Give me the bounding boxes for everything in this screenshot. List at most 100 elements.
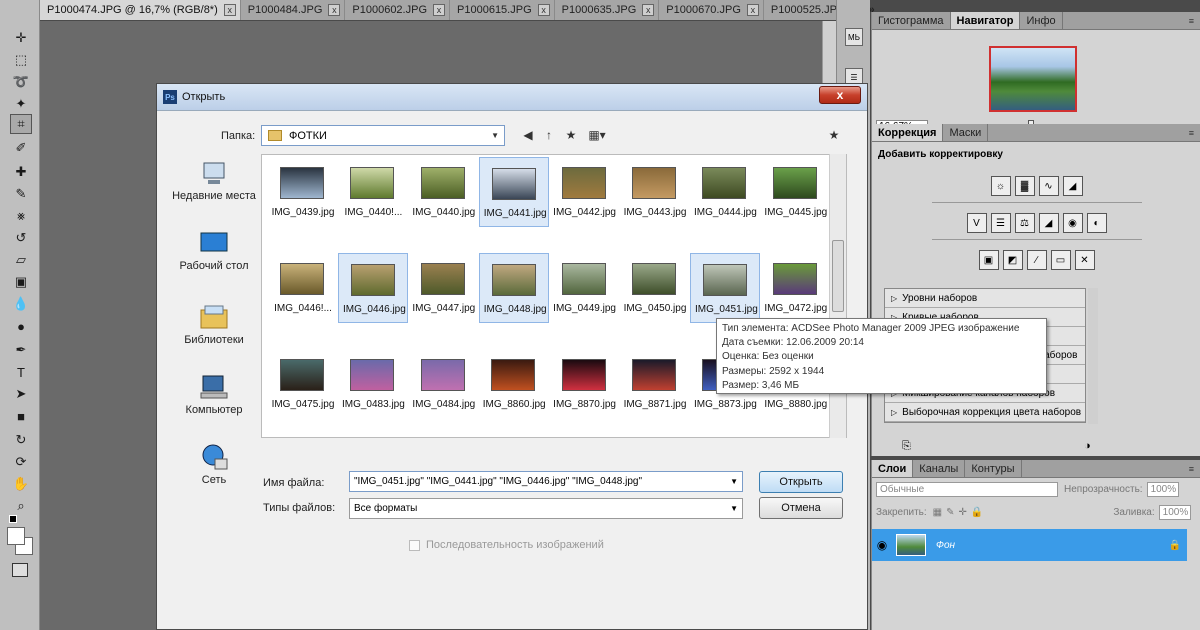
- doc-tab[interactable]: P1000670.JPG x: [659, 0, 764, 20]
- close-icon[interactable]: x: [746, 4, 759, 16]
- view-menu-icon[interactable]: ▦▾: [585, 126, 609, 144]
- file-item[interactable]: IMG_0475.jpg: [268, 349, 338, 419]
- clip-icon[interactable]: ◑: [1084, 440, 1091, 452]
- 3d-rotate-tool-icon[interactable]: ↻: [10, 430, 32, 450]
- selective-color-icon[interactable]: ✕: [1074, 250, 1095, 270]
- file-list[interactable]: IMG_0439.jpg IMG_0440!... IMG_0440.jpg IMG_…: [261, 154, 847, 438]
- file-item[interactable]: IMG_0443.jpg: [620, 157, 690, 227]
- doc-tab-active[interactable]: P1000474.JPG @ 16,7% (RGB/8*) x: [40, 0, 241, 20]
- brightness-contrast-icon[interactable]: ☼: [990, 176, 1011, 196]
- levels-icon[interactable]: ▓: [1014, 176, 1035, 196]
- back-icon[interactable]: ◀: [519, 126, 537, 144]
- cancel-button[interactable]: Отмена: [759, 497, 843, 519]
- fill-field[interactable]: 100%: [1158, 504, 1191, 520]
- place-recent[interactable]: Недавние места: [169, 160, 259, 202]
- tab-channels[interactable]: Каналы: [913, 460, 966, 477]
- file-item[interactable]: IMG_0445.jpg: [761, 157, 831, 227]
- blend-mode-select[interactable]: Обычные: [876, 481, 1058, 497]
- doc-tab[interactable]: P1000615.JPG x: [450, 0, 555, 20]
- posterize-icon[interactable]: ◩: [1002, 250, 1023, 270]
- chevron-down-icon[interactable]: ▼: [730, 472, 738, 491]
- dodge-tool-icon[interactable]: ●: [10, 316, 32, 336]
- file-item[interactable]: IMG_8871.jpg: [620, 349, 690, 419]
- black-white-icon[interactable]: ◢: [1038, 213, 1059, 233]
- hand-tool-icon[interactable]: ✋: [10, 474, 32, 494]
- star-icon[interactable]: ★: [825, 126, 843, 144]
- folder-select[interactable]: ФОТКИ ▼: [261, 125, 505, 146]
- photo-filter-icon[interactable]: ◉: [1062, 213, 1083, 233]
- place-desktop[interactable]: Рабочий стол: [169, 230, 259, 272]
- tab-masks[interactable]: Маски: [943, 124, 989, 141]
- dialog-titlebar[interactable]: Ps Открыть x: [157, 84, 867, 111]
- file-item[interactable]: IMG_0440!...: [338, 157, 408, 227]
- tab-paths[interactable]: Контуры: [965, 460, 1022, 477]
- panel-menu-icon[interactable]: ≡: [1183, 124, 1200, 141]
- file-item[interactable]: IMG_0444.jpg: [690, 157, 760, 227]
- tab-adjustments[interactable]: Коррекция: [872, 124, 944, 141]
- file-item[interactable]: IMG_0484.jpg: [409, 349, 479, 419]
- close-icon[interactable]: x: [642, 4, 655, 16]
- gradient-tool-icon[interactable]: ▣: [10, 272, 32, 292]
- file-item[interactable]: IMG_0446.jpg: [338, 253, 409, 323]
- up-folder-icon[interactable]: ↑: [540, 126, 558, 144]
- vibrance-icon[interactable]: V: [966, 213, 987, 233]
- quick-mask-icon[interactable]: [12, 563, 28, 577]
- file-item[interactable]: IMG_0439.jpg: [268, 157, 338, 227]
- close-icon[interactable]: x: [433, 4, 446, 16]
- brush-tool-icon[interactable]: ✎: [10, 184, 32, 204]
- doc-tab[interactable]: P1000602.JPG x: [345, 0, 451, 20]
- file-item[interactable]: IMG_0450.jpg: [620, 253, 690, 323]
- file-item[interactable]: IMG_0472.jpg: [761, 253, 831, 323]
- doc-tab[interactable]: P1000484.JPG x: [240, 0, 346, 20]
- type-tool-icon[interactable]: T: [10, 362, 32, 382]
- foreground-color-swatch[interactable]: [7, 527, 25, 545]
- file-item[interactable]: IMG_0441.jpg: [479, 157, 550, 227]
- quick-selection-tool-icon[interactable]: ✦: [10, 94, 32, 114]
- pen-tool-icon[interactable]: ✒: [10, 340, 32, 360]
- mini-bridge-button[interactable]: МЬ: [845, 28, 863, 46]
- tab-info[interactable]: Инфо: [1020, 12, 1063, 29]
- path-selection-tool-icon[interactable]: ➤: [10, 384, 32, 404]
- presets-scrollbar[interactable]: [1088, 288, 1098, 424]
- crop-tool-icon[interactable]: ⌗: [10, 114, 32, 134]
- new-folder-icon[interactable]: ★: [562, 126, 580, 144]
- scroll-thumb[interactable]: [832, 240, 844, 312]
- file-item[interactable]: IMG_0440.jpg: [409, 157, 479, 227]
- threshold-icon[interactable]: ∕: [1026, 250, 1047, 270]
- doc-tab[interactable]: P1000635.JPG x: [554, 0, 660, 20]
- close-icon[interactable]: x: [537, 4, 550, 16]
- zoom-tool-icon[interactable]: ⌕: [10, 496, 32, 516]
- file-item[interactable]: IMG_8870.jpg: [550, 349, 620, 419]
- channel-mixer-icon[interactable]: ◐: [1086, 213, 1107, 233]
- lock-transparent-icon[interactable]: ▦: [933, 507, 942, 518]
- layer-row-background[interactable]: ◉ Фон 🔒: [872, 529, 1187, 561]
- tab-layers[interactable]: Слои: [872, 460, 914, 477]
- return-icon[interactable]: ⎘: [902, 440, 911, 453]
- tab-histogram[interactable]: Гистограмма: [872, 12, 951, 29]
- color-balance-icon[interactable]: ⚖: [1014, 213, 1035, 233]
- hue-saturation-icon[interactable]: ☰: [990, 213, 1011, 233]
- preset-item[interactable]: Выборочная коррекция цвета наборов: [885, 403, 1085, 422]
- eraser-tool-icon[interactable]: ▱: [10, 250, 32, 270]
- close-icon[interactable]: x: [328, 4, 341, 16]
- file-item[interactable]: IMG_0447.jpg: [409, 253, 479, 323]
- place-network[interactable]: Сеть: [169, 444, 259, 486]
- tab-navigator[interactable]: Навигатор: [950, 12, 1021, 29]
- history-brush-tool-icon[interactable]: ↺: [10, 228, 32, 248]
- close-button[interactable]: x: [819, 86, 861, 104]
- lock-image-icon[interactable]: ✎: [946, 507, 954, 518]
- close-icon[interactable]: x: [223, 4, 236, 16]
- lock-all-icon[interactable]: 🔒: [971, 507, 983, 518]
- filetype-select[interactable]: Все форматы ▼: [349, 498, 743, 519]
- file-item[interactable]: IMG_0448.jpg: [479, 253, 550, 323]
- gradient-map-icon[interactable]: ▭: [1050, 250, 1071, 270]
- lasso-tool-icon[interactable]: ➰: [10, 72, 32, 92]
- filename-input[interactable]: "IMG_0451.jpg" "IMG_0441.jpg" "IMG_0446.…: [349, 471, 743, 492]
- chevron-down-icon[interactable]: ▼: [730, 499, 738, 518]
- curves-icon[interactable]: ∿: [1038, 176, 1059, 196]
- open-button[interactable]: Открыть: [759, 471, 843, 493]
- panel-menu-icon[interactable]: ≡: [1183, 12, 1200, 29]
- eyedropper-tool-icon[interactable]: ✐: [10, 138, 32, 158]
- opacity-field[interactable]: 100%: [1146, 481, 1179, 497]
- place-libraries[interactable]: Библиотеки: [169, 304, 259, 346]
